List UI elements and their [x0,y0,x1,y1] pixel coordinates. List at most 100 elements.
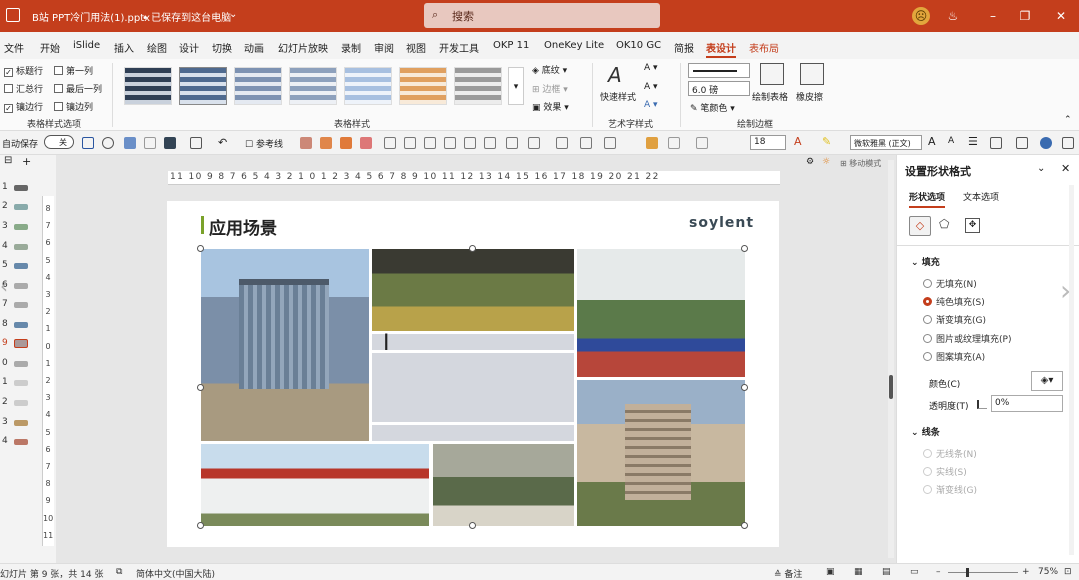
tab-view[interactable]: 视图 [406,40,426,55]
font-color-icon[interactable]: A [794,135,802,148]
globe-icon[interactable] [1040,137,1052,149]
header-row-checkbox[interactable]: ✓ 标题行 [4,64,43,77]
minimize-icon[interactable]: – [984,7,1002,25]
ungroup-icon[interactable] [580,137,592,149]
picture-fill-radio[interactable]: 图片或纹理填充(P) [923,332,1011,345]
slide-sorter-icon[interactable]: ▦ [854,567,863,577]
table-icon[interactable] [990,137,1002,149]
tab-design[interactable]: 设计 [179,40,199,55]
slide-thumbnail[interactable] [14,361,28,367]
pen-weight-dropdown[interactable]: 6.0 磅 [688,81,750,96]
slide-title[interactable]: 应用场景 [209,214,277,239]
transparency-slider[interactable] [977,400,987,409]
slide-number[interactable]: 1 [2,182,8,192]
banded-columns-checkbox[interactable]: 镶边列 [54,100,93,113]
guides-checkbox[interactable]: ☐ 参考线 [245,137,283,150]
slideshow-icon[interactable]: ▭ [910,567,919,577]
gradient-fill-radio[interactable]: 渐变填充(G) [923,313,986,326]
sun-icon[interactable]: ☼ [822,157,830,167]
tab-animations[interactable]: 动画 [244,40,264,55]
slide-number[interactable]: 4 [2,436,8,446]
table-style-swatch[interactable] [179,67,227,105]
vertical-scrollbar[interactable] [888,160,894,558]
shape-icon[interactable] [340,137,352,149]
close-shape-icon[interactable] [144,137,156,149]
tab-review[interactable]: 审阅 [374,40,394,55]
tab-ok10gc[interactable]: OK10 GC [616,40,661,51]
align-middle-icon[interactable] [404,137,416,149]
no-fill-radio[interactable]: 无填充(N) [923,277,977,290]
resize-handle[interactable] [741,245,748,252]
zoom-slider-thumb[interactable] [966,568,969,577]
solid-fill-radio[interactable]: 纯色填充(S) [923,295,985,308]
slide-number[interactable]: 5 [2,260,8,270]
format-painter-icon[interactable] [646,137,658,149]
distribute-icon[interactable] [528,137,540,149]
text-effects-icon[interactable]: A ▾ [644,100,658,110]
table-style-swatch[interactable] [454,67,502,105]
gradient-line-radio[interactable]: 渐变线(G) [923,483,977,496]
tab-table-design[interactable]: 表设计 [706,40,736,58]
text-fill-icon[interactable]: A ▾ [644,63,658,73]
collapse-ribbon-icon[interactable]: ⌃ [1064,115,1072,125]
table-style-swatch[interactable] [124,67,172,105]
tab-record[interactable]: 录制 [341,40,361,55]
tab-onekey-lite[interactable]: OneKey Lite [544,40,604,51]
layout-icon[interactable] [1016,137,1028,149]
tab-transitions[interactable]: 切换 [212,40,232,55]
resize-handle[interactable] [741,384,748,391]
pane-scrollbar[interactable] [1069,185,1074,555]
autosave-toggle[interactable]: 关 [44,135,74,149]
fill-section-header[interactable]: ⌄ 填充 [911,255,940,268]
tab-draw[interactable]: 绘图 [147,40,167,55]
pattern-fill-radio[interactable]: 图案填充(A) [923,350,985,363]
resize-handle[interactable] [741,522,748,529]
draw-table-icon[interactable] [760,63,784,85]
chevron-down-icon[interactable]: ⌄ [229,9,237,20]
line-section-header[interactable]: ⌄ 线条 [911,425,940,438]
slide-number[interactable]: 2 [2,201,8,211]
quick-styles-icon[interactable]: A [608,63,622,87]
draw-table-button[interactable]: 绘制表格 [752,90,788,103]
slide-thumbnail[interactable] [14,380,28,386]
table-cell[interactable] [372,353,574,422]
normal-view-icon[interactable]: ▣ [826,567,835,577]
slide-number[interactable]: 1 [2,377,8,387]
zoom-out-icon[interactable]: – [936,567,941,577]
banded-rows-checkbox[interactable]: ✓ 镶边行 [4,100,43,113]
eraser-icon[interactable] [800,63,824,85]
slide-number[interactable]: 2 [2,397,8,407]
restore-icon[interactable]: ❐ [1016,7,1034,25]
slide-number[interactable]: 9 [2,338,8,348]
last-column-checkbox[interactable]: 最后一列 [54,82,102,95]
tab-shape-options[interactable]: 形状选项 [909,190,946,208]
decrease-font-icon[interactable]: A [948,136,954,146]
effects-button[interactable]: ▣ 效果 ▾ [532,100,569,113]
slide-thumbnail[interactable] [14,400,28,406]
crop-icon[interactable] [668,137,680,149]
tab-text-options[interactable]: 文本选项 [963,190,999,203]
highlight-icon[interactable]: ✎ [822,135,831,148]
slide-thumbnail[interactable] [14,263,28,269]
align-right-icon[interactable] [484,137,496,149]
close-icon[interactable]: ✕ [1052,7,1070,25]
styles-more-button[interactable]: ▾ [508,67,524,105]
quick-styles-button[interactable]: 快速样式 [600,90,636,103]
slide-thumbnail[interactable] [14,185,28,191]
rotate-icon[interactable] [604,137,616,149]
resize-handle[interactable] [469,245,476,252]
resize-handle[interactable] [197,522,204,529]
text-box-icon[interactable] [190,137,202,149]
shape-icon[interactable] [360,137,372,149]
shape-effect-icon[interactable] [696,137,708,149]
move-mode-label[interactable]: ⊞ 移动模式 [840,158,881,169]
color-picker-button[interactable]: ◈▾ [1031,371,1063,391]
slide-number[interactable]: 0 [2,358,8,368]
slide-number[interactable]: 3 [2,417,8,427]
chevron-down-icon[interactable]: ⌄ [1037,163,1045,174]
effects-pentagon-icon[interactable]: ⬠ [939,217,949,231]
fill-line-icon[interactable]: ◇ [909,216,931,236]
next-slide-icon[interactable]: › [1060,274,1071,307]
notes-button[interactable]: ≙ 备注 [774,567,802,580]
resize-handle[interactable] [197,384,204,391]
